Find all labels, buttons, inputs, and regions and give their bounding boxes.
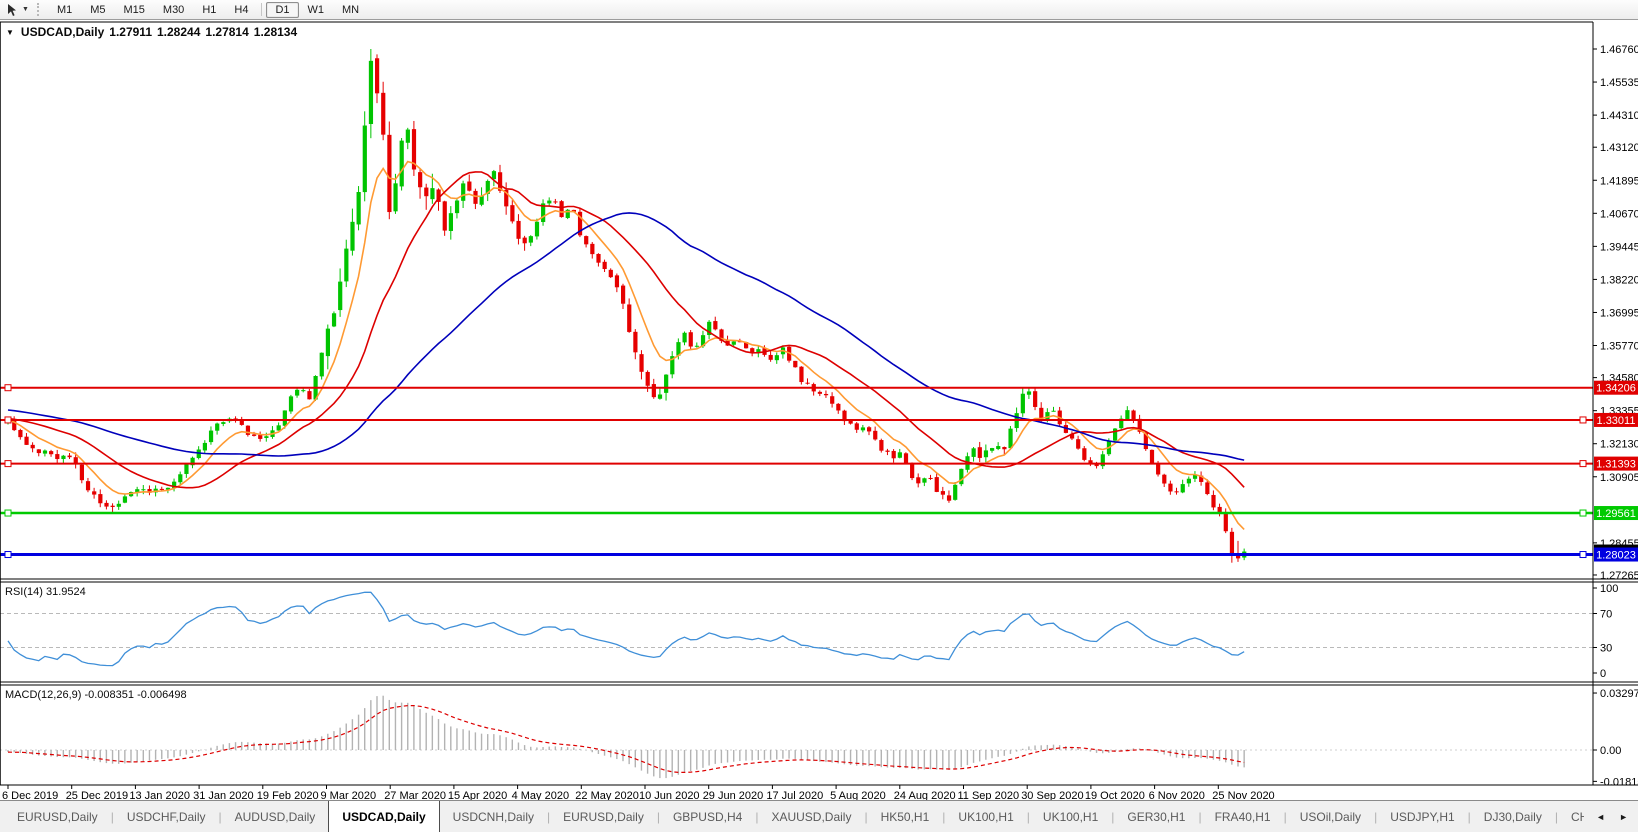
- svg-text:1.31393: 1.31393: [1596, 459, 1636, 471]
- svg-text:1.33011: 1.33011: [1597, 415, 1636, 427]
- svg-text:1.34206: 1.34206: [1596, 383, 1636, 395]
- svg-text:29 Jun 2020: 29 Jun 2020: [703, 790, 764, 800]
- symbol-tab-dj30-15[interactable]: DJ30,Daily: [1471, 801, 1555, 832]
- timeframe-button-h1[interactable]: H1: [193, 2, 225, 18]
- svg-text:1.45535: 1.45535: [1600, 77, 1638, 89]
- svg-text:25 Nov 2020: 25 Nov 2020: [1212, 790, 1274, 800]
- svg-text:25 Dec 2019: 25 Dec 2019: [66, 790, 128, 800]
- timeframe-button-m15[interactable]: M15: [115, 2, 154, 18]
- price-axis[interactable]: 1.46760 1.45535 1.44310 1.43120 1.41895 1.406…: [1593, 44, 1638, 582]
- tab-scroll-right-icon[interactable]: ►: [1619, 812, 1628, 822]
- toolbar-separator: [261, 3, 263, 16]
- svg-text:22 May 2020: 22 May 2020: [575, 790, 639, 800]
- symbol-tab-usdchf-1[interactable]: USDCHF,Daily: [114, 801, 219, 832]
- cursor-tool-button[interactable]: ▼: [3, 3, 33, 17]
- chart-canvas[interactable]: 1.46760 1.45535 1.44310 1.43120 1.41895 1.406…: [0, 20, 1638, 800]
- symbol-tab-audusd-2[interactable]: AUDUSD,Daily: [222, 801, 329, 832]
- timeframe-button-m5[interactable]: M5: [81, 2, 114, 18]
- svg-text:10 Jun 2020: 10 Jun 2020: [639, 790, 700, 800]
- symbol-tab-usoil-13[interactable]: USOil,Daily: [1287, 801, 1374, 832]
- symbol-tab-eurusd-0[interactable]: EURUSD,Daily: [4, 801, 111, 832]
- tab-scroll-arrows: ◄ ►: [1584, 801, 1638, 832]
- svg-text:27 Mar 2020: 27 Mar 2020: [384, 790, 446, 800]
- symbol-tab-gbpusd-6[interactable]: GBPUSD,H4: [660, 801, 755, 832]
- svg-text:1.44310: 1.44310: [1600, 110, 1638, 122]
- svg-text:31 Jan 2020: 31 Jan 2020: [193, 790, 254, 800]
- svg-text:6 Nov 2020: 6 Nov 2020: [1149, 790, 1205, 800]
- symbol-tab-uk100-9[interactable]: UK100,H1: [945, 801, 1026, 832]
- toolbar-grip[interactable]: [36, 3, 42, 16]
- svg-text:11 Sep 2020: 11 Sep 2020: [958, 790, 1020, 800]
- symbol-tab-usdcad-3[interactable]: USDCAD,Daily: [328, 801, 440, 832]
- svg-text:0: 0: [1600, 668, 1606, 680]
- svg-text:17 Jul 2020: 17 Jul 2020: [766, 790, 823, 800]
- timeframe-button-w1[interactable]: W1: [299, 2, 334, 18]
- symbol-tabs: EURUSD,Daily | USDCHF,Daily | AUDUSD,Daily US…: [4, 801, 1638, 832]
- svg-text:13 Jan 2020: 13 Jan 2020: [129, 790, 190, 800]
- svg-text:1.29561: 1.29561: [1596, 508, 1636, 520]
- svg-text:1.36995: 1.36995: [1600, 307, 1638, 319]
- chart-window[interactable]: 1.46760 1.45535 1.44310 1.43120 1.41895 1.406…: [0, 20, 1638, 800]
- svg-text:30: 30: [1600, 643, 1612, 655]
- svg-text:1.30905: 1.30905: [1600, 472, 1638, 484]
- symbol-tab-usdjpy-14[interactable]: USDJPY,H1: [1377, 801, 1467, 832]
- svg-text:100: 100: [1600, 583, 1618, 595]
- candlestick-series: [6, 49, 1247, 563]
- cursor-tool-icon: [8, 3, 16, 16]
- svg-text:1.38220: 1.38220: [1600, 274, 1638, 286]
- timeframe-button-mn[interactable]: MN: [333, 2, 368, 18]
- ma-fast-line[interactable]: [7, 160, 1245, 530]
- macd-axis[interactable]: 0.032972 0.00 -0.018154: [1593, 688, 1638, 788]
- symbol-tab-usdcnh-4[interactable]: USDCNH,Daily: [440, 801, 547, 832]
- svg-text:1.43120: 1.43120: [1600, 142, 1638, 154]
- svg-text:5 Aug 2020: 5 Aug 2020: [830, 790, 886, 800]
- svg-text:0.00: 0.00: [1600, 745, 1621, 757]
- timeframe-button-group: M1 M5 M15 M30 H1 H4 D1 W1 MN: [48, 1, 368, 18]
- svg-text:1.39445: 1.39445: [1600, 241, 1638, 253]
- ma-mid-line[interactable]: [7, 171, 1245, 489]
- symbol-tab-xauusd-7[interactable]: XAUUSD,Daily: [758, 801, 864, 832]
- svg-text:1.40670: 1.40670: [1600, 208, 1638, 220]
- horizontal-level-lines[interactable]: [0, 384, 1593, 559]
- svg-text:6 Dec 2019: 6 Dec 2019: [2, 790, 58, 800]
- svg-text:1.41895: 1.41895: [1600, 175, 1638, 187]
- svg-text:24 Aug 2020: 24 Aug 2020: [894, 790, 956, 800]
- svg-text:-0.018154: -0.018154: [1600, 776, 1638, 788]
- svg-text:15 Apr 2020: 15 Apr 2020: [448, 790, 507, 800]
- svg-text:9 Mar 2020: 9 Mar 2020: [321, 790, 377, 800]
- timeframe-button-m30[interactable]: M30: [154, 2, 193, 18]
- symbol-tabbar: EURUSD,Daily | USDCHF,Daily | AUDUSD,Daily US…: [0, 800, 1638, 832]
- symbol-tab-hk50-8[interactable]: HK50,H1: [868, 801, 943, 832]
- svg-text:4 May 2020: 4 May 2020: [512, 790, 569, 800]
- svg-text:1.28023: 1.28023: [1596, 550, 1636, 562]
- top-toolbar: ▼ M1 M5 M15 M30 H1 H4 D1 W1 MN: [0, 0, 1638, 20]
- symbol-tab-fra40-12[interactable]: FRA40,H1: [1202, 801, 1284, 832]
- svg-text:1.46760: 1.46760: [1600, 44, 1638, 56]
- rsi-line: [7, 591, 1245, 667]
- svg-text:19 Feb 2020: 19 Feb 2020: [257, 790, 319, 800]
- symbol-tab-eurusd-5[interactable]: EURUSD,Daily: [550, 801, 657, 832]
- svg-text:1.27265: 1.27265: [1600, 570, 1638, 582]
- timeframe-button-m1[interactable]: M1: [48, 2, 81, 18]
- svg-text:70: 70: [1600, 609, 1612, 621]
- svg-text:1.32130: 1.32130: [1600, 439, 1638, 451]
- symbol-tab-ger30-11[interactable]: GER30,H1: [1114, 801, 1198, 832]
- time-axis[interactable]: 6 Dec 2019 25 Dec 2019 13 Jan 2020 31 Jan 2…: [2, 785, 1275, 800]
- svg-text:19 Oct 2020: 19 Oct 2020: [1085, 790, 1145, 800]
- svg-text:0.032972: 0.032972: [1600, 688, 1638, 700]
- macd-histogram: [7, 695, 1245, 779]
- timeframe-button-d1[interactable]: D1: [266, 1, 299, 18]
- rsi-axis[interactable]: 100 70 30 0: [1593, 583, 1618, 680]
- svg-text:30 Sep 2020: 30 Sep 2020: [1021, 790, 1083, 800]
- macd-signal-line: [7, 704, 1245, 774]
- tab-scroll-left-icon[interactable]: ◄: [1596, 812, 1605, 822]
- svg-text:1.35770: 1.35770: [1600, 341, 1638, 353]
- symbol-tab-uk100-10[interactable]: UK100,H1: [1030, 801, 1111, 832]
- timeframe-button-h4[interactable]: H4: [225, 2, 257, 18]
- cursor-tool-caret-icon[interactable]: ▼: [20, 6, 31, 13]
